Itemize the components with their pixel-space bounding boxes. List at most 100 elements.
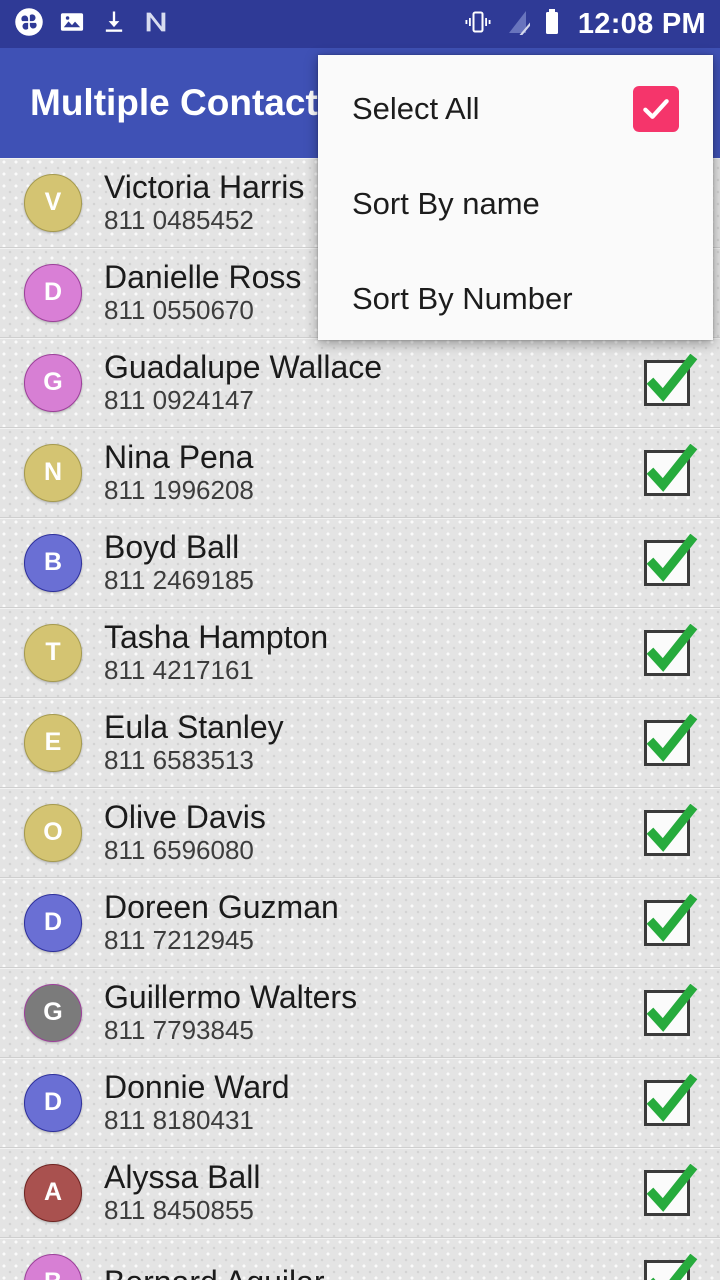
avatar: D — [24, 893, 82, 952]
page-title: Multiple Contacts — [30, 82, 339, 123]
contact-name: Olive Davis — [104, 800, 266, 835]
menu-item[interactable]: Select All — [318, 61, 713, 156]
contact-name: Guillermo Walters — [104, 980, 358, 1015]
contact-text: Alyssa Ball 811 8450855 — [104, 1160, 644, 1224]
menu-item[interactable]: Sort By name — [318, 156, 713, 251]
avatar: T — [24, 623, 82, 682]
avatar: A — [24, 1163, 82, 1222]
menu-item[interactable]: Sort By Number — [318, 251, 713, 346]
avatar: E — [24, 713, 82, 772]
avatar: G — [24, 353, 82, 412]
contact-number: 811 2469185 — [104, 565, 254, 595]
download-icon — [100, 8, 128, 41]
check-icon — [646, 713, 698, 762]
contact-checkbox[interactable] — [644, 443, 698, 496]
contact-number: 811 4217161 — [104, 655, 254, 685]
contact-row[interactable]: G Guadalupe Wallace 811 0924147 — [0, 338, 720, 428]
avatar-initial: V — [44, 188, 62, 216]
contact-row[interactable]: N Nina Pena 811 1996208 — [0, 428, 720, 518]
check-icon — [646, 443, 698, 492]
check-icon — [646, 1073, 698, 1122]
avatar-initial: N — [43, 458, 63, 486]
contact-checkbox[interactable] — [644, 893, 698, 946]
check-icon — [646, 353, 698, 402]
contact-name: Nina Pena — [104, 440, 254, 475]
contact-checkbox[interactable] — [644, 533, 698, 586]
contact-number: 811 7793845 — [104, 1015, 254, 1045]
avatar-initial: E — [44, 728, 62, 756]
contact-row[interactable]: T Tasha Hampton 811 4217161 — [0, 608, 720, 698]
contact-name: Boyd Ball — [104, 530, 240, 565]
contact-checkbox[interactable] — [644, 803, 698, 856]
avatar-initial: D — [43, 908, 63, 936]
contact-name: Doreen Guzman — [104, 890, 339, 925]
avatar-initial: A — [43, 1178, 63, 1206]
contact-text: Eula Stanley 811 6583513 — [104, 710, 644, 774]
avatar: B — [24, 1253, 82, 1280]
avatar-initial: O — [43, 818, 63, 846]
contact-text: Bernard Aguilar — [104, 1265, 644, 1280]
contact-checkbox[interactable] — [644, 1163, 698, 1216]
contact-checkbox[interactable] — [644, 713, 698, 766]
avatar: V — [24, 173, 82, 232]
menu-item-label: Select All — [352, 90, 480, 126]
status-bar-clock: 12:08 PM — [577, 7, 706, 40]
avatar: N — [24, 443, 82, 502]
check-icon — [646, 533, 698, 582]
avatar-initial: B — [44, 1268, 62, 1280]
avatar-initial: D — [43, 278, 63, 306]
contact-number: 811 8450855 — [104, 1195, 254, 1225]
avatar: O — [24, 803, 82, 862]
contact-row[interactable]: B Boyd Ball 811 2469185 — [0, 518, 720, 608]
contact-text: Guadalupe Wallace 811 0924147 — [104, 350, 644, 414]
contact-name: Tasha Hampton — [104, 620, 329, 655]
contact-number: 811 0924147 — [104, 385, 254, 415]
check-icon — [646, 803, 698, 852]
contact-text: Donnie Ward 811 8180431 — [104, 1070, 644, 1134]
contact-checkbox[interactable] — [644, 1253, 698, 1280]
contact-number: 811 6596080 — [104, 835, 254, 865]
contact-text: Boyd Ball 811 2469185 — [104, 530, 644, 594]
contact-row[interactable]: B Bernard Aguilar — [0, 1238, 720, 1280]
menu-item-label: Sort By name — [352, 185, 540, 221]
contact-checkbox[interactable] — [644, 1073, 698, 1126]
avatar: D — [24, 1073, 82, 1132]
check-icon — [646, 893, 698, 942]
avatar-initial: D — [43, 1088, 63, 1116]
avatar: G — [24, 983, 82, 1042]
avatar: B — [24, 533, 82, 592]
contact-text: Doreen Guzman 811 7212945 — [104, 890, 644, 954]
check-icon — [650, 1253, 698, 1280]
check-icon — [646, 623, 698, 672]
contact-row[interactable]: G Guillermo Walters 811 7793845 — [0, 968, 720, 1058]
status-bar-left-icons — [14, 7, 170, 42]
check-icon — [643, 98, 669, 119]
vibrate-icon — [463, 9, 493, 40]
select-all-checkbox[interactable] — [633, 85, 679, 132]
contact-name: Alyssa Ball — [104, 1160, 261, 1195]
contact-row[interactable]: D Donnie Ward 811 8180431 — [0, 1058, 720, 1148]
contact-number: 811 6583513 — [104, 745, 254, 775]
gallery-icon — [58, 8, 86, 41]
contact-checkbox[interactable] — [644, 353, 698, 406]
contact-row[interactable]: E Eula Stanley 811 6583513 — [0, 698, 720, 788]
check-icon — [646, 983, 698, 1032]
contact-number: 811 8180431 — [104, 1105, 254, 1135]
contact-checkbox[interactable] — [644, 983, 698, 1036]
overflow-popup-menu[interactable]: Select All Sort By name Sort By Number — [318, 55, 713, 340]
check-icon — [646, 1163, 698, 1212]
contact-name: Eula Stanley — [104, 710, 284, 745]
contact-number: 811 7212945 — [104, 925, 254, 955]
contact-text: Olive Davis 811 6596080 — [104, 800, 644, 864]
contact-row[interactable]: A Alyssa Ball 811 8450855 — [0, 1148, 720, 1238]
contact-row[interactable]: D Doreen Guzman 811 7212945 — [0, 878, 720, 968]
battery-icon — [543, 8, 561, 41]
avatar-initial: G — [43, 998, 63, 1026]
contact-row[interactable]: O Olive Davis 811 6596080 — [0, 788, 720, 878]
contact-name: Bernard Aguilar — [104, 1265, 644, 1280]
contact-checkbox[interactable] — [644, 623, 698, 676]
contact-text: Tasha Hampton 811 4217161 — [104, 620, 644, 684]
avatar-initial: T — [45, 638, 61, 666]
contacts-screen: 12:08 PM Multiple Contacts V Victoria Har… — [0, 0, 720, 1280]
contact-name: Guadalupe Wallace — [104, 350, 383, 385]
